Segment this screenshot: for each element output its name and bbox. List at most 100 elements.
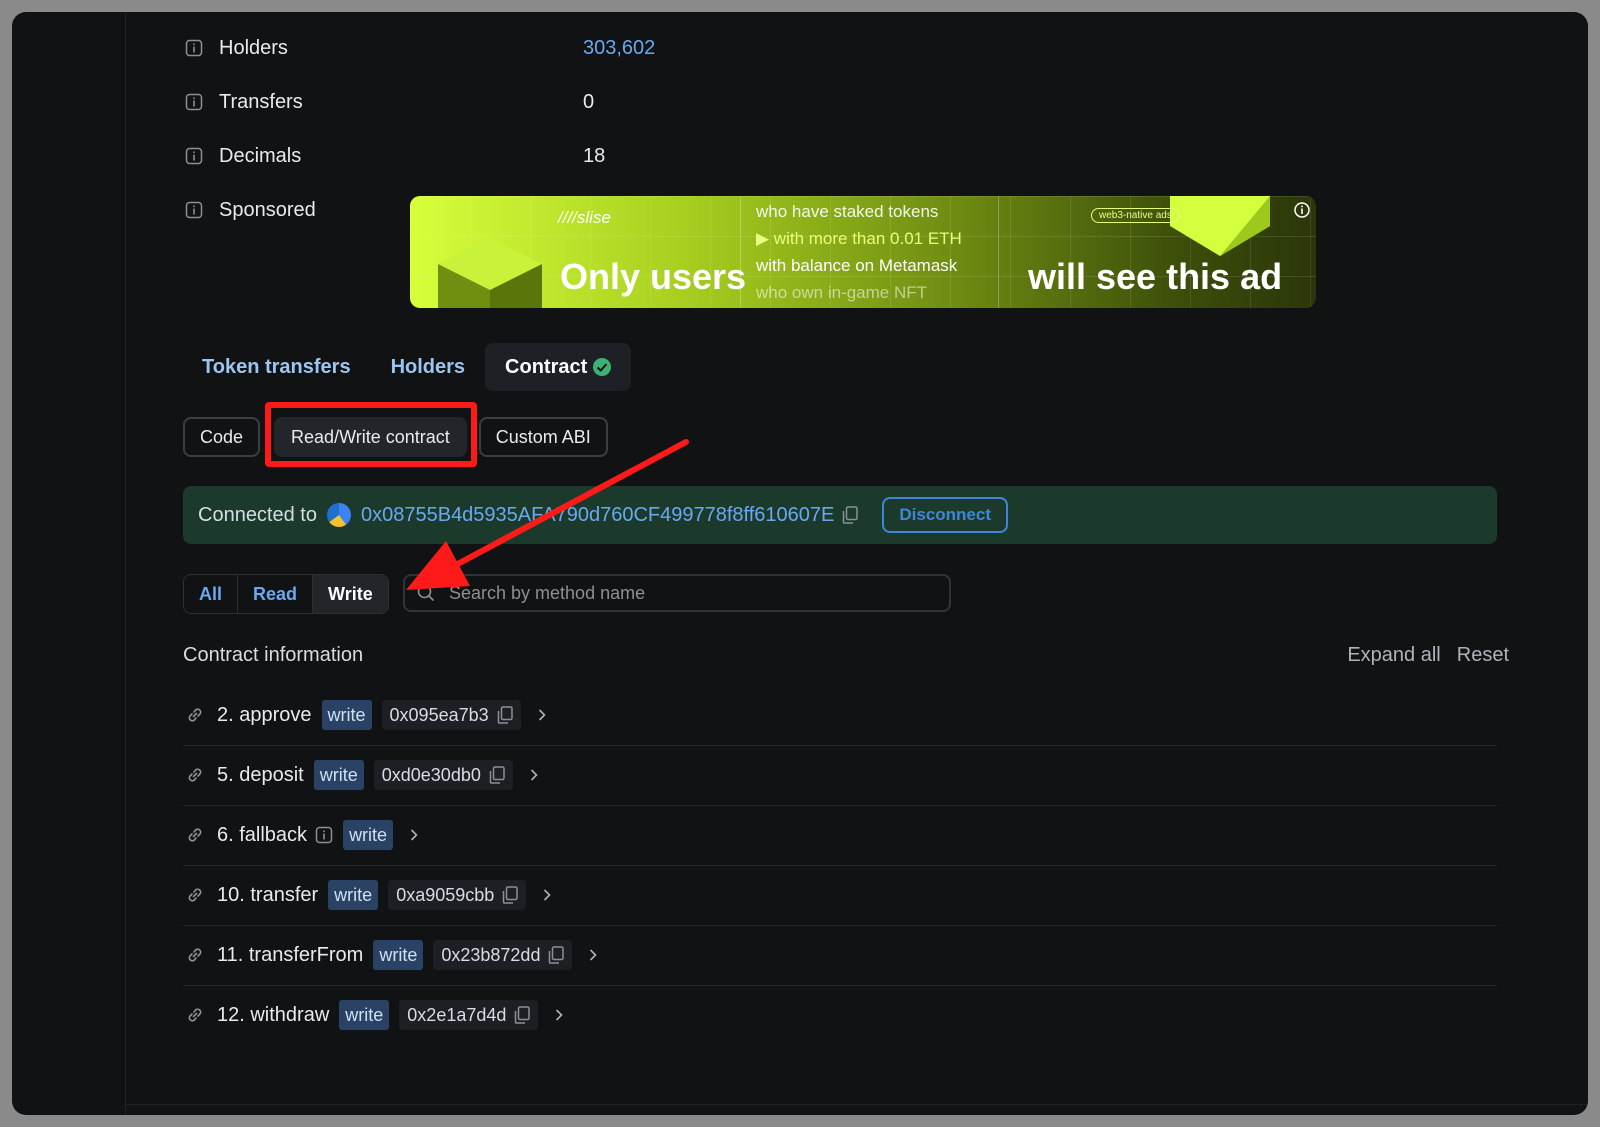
method-row[interactable]: 12. withdraw write 0x2e1a7d4d <box>183 985 1497 1045</box>
detail-label: Transfers <box>219 90 303 113</box>
address-avatar <box>326 503 351 527</box>
connected-address-link[interactable]: 0x08755B4d5935AFA790d760CF499778f8ff6106… <box>361 504 834 527</box>
sponsored-ad-banner[interactable]: ////slise Only users who have staked tok… <box>410 196 1316 308</box>
link-icon[interactable] <box>185 885 205 905</box>
connected-label: Connected to <box>198 503 317 526</box>
holders-count-link[interactable]: 303,602 <box>583 37 655 60</box>
detail-value: 0 <box>583 90 595 113</box>
selector-value: 0x23b872dd <box>441 944 541 965</box>
subtab-custom-abi[interactable]: Custom ABI <box>478 417 608 457</box>
link-icon[interactable] <box>185 705 205 725</box>
ad-headline-right: will see this ad <box>1028 256 1283 297</box>
selector-value: 0x2e1a7d4d <box>407 1004 507 1025</box>
method-selector: 0x23b872dd <box>433 940 573 970</box>
method-name: 6. fallback <box>217 823 308 846</box>
info-icon <box>185 201 203 219</box>
method-selector: 0xa9059cbb <box>388 880 527 910</box>
selector-value: 0xd0e30db0 <box>381 764 481 785</box>
expand-all-link[interactable]: Expand all <box>1347 644 1440 667</box>
write-badge: write <box>313 760 364 790</box>
method-name: 11. transferFrom <box>217 943 364 966</box>
link-icon[interactable] <box>185 945 205 965</box>
info-icon <box>185 93 203 111</box>
info-icon <box>185 147 203 165</box>
link-icon[interactable] <box>185 1005 205 1025</box>
copy-icon[interactable] <box>502 886 519 904</box>
copy-icon[interactable] <box>489 766 505 784</box>
search-input[interactable] <box>447 581 931 605</box>
ad-copy-lines: who have staked tokens ▶ with more than … <box>756 198 1006 306</box>
link-icon[interactable] <box>185 765 205 785</box>
method-row[interactable]: 5. deposit write 0xd0e30db0 <box>183 745 1497 806</box>
method-row[interactable]: 6. fallback write <box>183 805 1497 866</box>
subtab-code[interactable]: Code <box>183 417 261 457</box>
chevron-right-icon[interactable] <box>407 828 421 842</box>
search-icon <box>417 584 435 602</box>
method-search <box>403 574 951 612</box>
selector-value: 0xa9059cbb <box>396 884 495 905</box>
copy-icon[interactable] <box>497 706 513 724</box>
ad-info-icon[interactable] <box>1294 202 1310 218</box>
method-row[interactable]: 10. transfer write 0xa9059cbb <box>183 865 1497 926</box>
filter-all[interactable]: All <box>184 575 239 613</box>
token-tabs: Token transfers Holders Contract <box>182 342 632 392</box>
method-selector: 0xd0e30db0 <box>373 760 513 790</box>
left-rail-divider <box>125 12 126 1115</box>
detail-row-holders: Holders 303,602 <box>185 33 655 63</box>
chevron-right-icon[interactable] <box>535 708 549 722</box>
wallet-connection-bar: Connected to 0x08755B4d5935AFA790d760CF4… <box>183 486 1497 544</box>
app-frame: Holders 303,602 Transfers 0 Decimals 18 … <box>12 12 1588 1115</box>
chevron-right-icon[interactable] <box>540 888 554 902</box>
method-selector: 0x2e1a7d4d <box>399 1000 539 1030</box>
method-name: 12. withdraw <box>217 1003 330 1026</box>
tab-contract[interactable]: Contract <box>485 343 632 391</box>
verified-check-icon <box>593 358 612 376</box>
ad-tag: web3-native ads <box>1091 208 1180 223</box>
tab-contract-label: Contract <box>505 355 588 378</box>
selector-value: 0x095ea7b3 <box>389 704 489 725</box>
method-name: 2. approve <box>217 703 312 726</box>
write-badge: write <box>343 820 394 850</box>
chevron-right-icon[interactable] <box>586 948 600 962</box>
ad-line: who own in-game NFT <box>756 283 928 302</box>
copy-icon[interactable] <box>548 946 565 964</box>
tab-token-transfers[interactable]: Token transfers <box>182 343 371 391</box>
cube-graphic-icon <box>1170 196 1270 256</box>
filter-write[interactable]: Write <box>313 575 388 613</box>
filter-read[interactable]: Read <box>238 575 314 613</box>
copy-icon[interactable] <box>514 1006 531 1024</box>
ad-line: ▶ with more than 0.01 ETH <box>756 229 962 248</box>
copy-icon[interactable] <box>842 506 859 524</box>
detail-label: Holders <box>219 36 288 59</box>
info-icon[interactable] <box>315 826 333 844</box>
detail-row-transfers: Transfers 0 <box>185 87 594 117</box>
write-badge: write <box>328 880 379 910</box>
bottom-divider <box>125 1104 1588 1105</box>
write-badge: write <box>339 1000 390 1030</box>
ad-brand-logo: ////slise <box>558 208 611 227</box>
ad-line: with balance on Metamask <box>756 256 958 275</box>
method-name: 10. transfer <box>217 883 319 906</box>
write-badge: write <box>373 940 424 970</box>
contract-info-title: Contract information <box>183 644 364 666</box>
annotation-highlight-box <box>265 402 477 467</box>
cube-graphic-icon <box>438 238 542 308</box>
detail-label: Sponsored <box>219 198 316 221</box>
disconnect-button[interactable]: Disconnect <box>882 497 1009 533</box>
method-row[interactable]: 11. transferFrom write 0x23b872dd <box>183 925 1497 986</box>
info-icon <box>185 39 203 57</box>
ad-line: who have staked tokens <box>756 202 939 221</box>
write-badge: write <box>321 700 372 730</box>
method-filter: All Read Write <box>183 574 389 614</box>
tab-holders[interactable]: Holders <box>371 343 485 391</box>
detail-value: 18 <box>583 144 606 167</box>
contract-info-actions: Expand all Reset <box>1347 644 1509 667</box>
detail-label: Decimals <box>219 144 302 167</box>
chevron-right-icon[interactable] <box>527 768 541 782</box>
link-icon[interactable] <box>185 825 205 845</box>
ad-headline-left: Only users <box>560 256 747 297</box>
chevron-right-icon[interactable] <box>552 1008 566 1022</box>
method-row[interactable]: 2. approve write 0x095ea7b3 <box>183 685 1497 746</box>
method-name: 5. deposit <box>217 763 304 786</box>
reset-link[interactable]: Reset <box>1457 644 1509 667</box>
